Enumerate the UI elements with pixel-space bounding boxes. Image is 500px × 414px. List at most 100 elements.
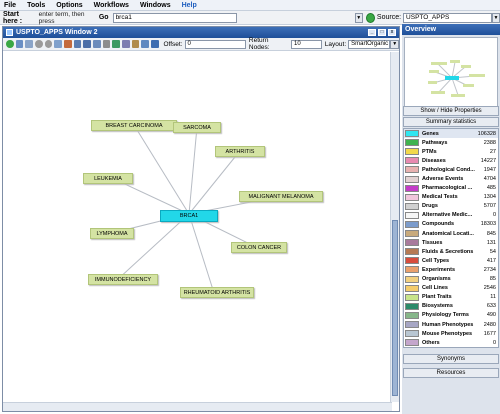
stat-count: 1947 <box>483 166 496 173</box>
stat-row[interactable]: Tissues 131 <box>404 238 498 247</box>
refresh-icon[interactable] <box>6 40 14 48</box>
stat-name: Mouse Phenotypes <box>422 330 473 337</box>
summary-statistics-list: Genes 106328 Pathways 2388 PTMs 27 Diseases 142… <box>403 128 499 348</box>
stat-row[interactable]: Plant Traits 11 <box>404 293 498 302</box>
zoom-out-icon[interactable] <box>44 40 53 48</box>
stat-row[interactable]: Organisms 85 <box>404 275 498 284</box>
menu-file[interactable]: File <box>4 2 16 9</box>
stat-name: Pathways <box>422 139 448 146</box>
overview-map[interactable] <box>404 37 498 115</box>
overview-titlebar: Overview <box>402 24 500 35</box>
menu-tools[interactable]: Tools <box>27 2 45 9</box>
category-color-swatch <box>405 211 419 219</box>
notes-icon[interactable] <box>131 40 140 48</box>
graph-window: USPTO_APPS Window 2 _ □ x Offset: 0 Retu… <box>2 26 400 412</box>
synonyms-button[interactable]: Synonyms <box>403 354 499 364</box>
graph-node[interactable]: COLON CANCER <box>231 242 287 253</box>
filter-icon[interactable] <box>63 40 72 48</box>
graph-node[interactable]: MALIGNANT MELANOMA <box>239 191 323 202</box>
menu-windows[interactable]: Windows <box>140 2 171 9</box>
category-color-swatch <box>405 330 419 338</box>
close-icon[interactable]: x <box>388 29 396 36</box>
stat-row[interactable]: Diseases 14227 <box>404 156 498 165</box>
stat-row[interactable]: Mouse Phenotypes 1677 <box>404 329 498 338</box>
menu-help[interactable]: Help <box>182 2 197 9</box>
stat-row[interactable]: Fluids & Secretions 54 <box>404 247 498 256</box>
stat-row[interactable]: Experiments 2734 <box>404 265 498 274</box>
graph-node[interactable]: RHEUMATOID ARTHRITIS <box>180 287 254 298</box>
stat-row[interactable]: Medical Tests 1304 <box>404 193 498 202</box>
center-node[interactable]: BRCA1 <box>160 210 218 222</box>
stat-count: 85 <box>489 276 496 283</box>
stat-name: Cell Lines <box>422 285 448 292</box>
table-icon[interactable] <box>141 40 149 48</box>
graph-node[interactable]: LEUKEMIA <box>83 173 133 184</box>
stat-row[interactable]: PTMs 27 <box>404 147 498 156</box>
zoom-in-icon[interactable] <box>34 40 43 48</box>
source-dropdown-button[interactable]: ▼ <box>491 12 500 23</box>
group-icon[interactable] <box>92 40 101 48</box>
stat-name: Genes <box>422 130 439 137</box>
stat-name: Anatomical Locati... <box>422 230 474 237</box>
stat-row[interactable]: Human Phenotypes 2480 <box>404 320 498 329</box>
stat-count: 54 <box>489 248 496 255</box>
minimize-icon[interactable]: _ <box>368 29 376 36</box>
fit-icon[interactable] <box>54 40 62 48</box>
stat-row[interactable]: Others 0 <box>404 338 498 347</box>
stat-row[interactable]: Alternative Medic... 0 <box>404 211 498 220</box>
stat-row[interactable]: Pharmacological ... 485 <box>404 184 498 193</box>
stat-row[interactable]: Cell Lines 2546 <box>404 284 498 293</box>
stat-row[interactable]: Compounds 18303 <box>404 220 498 229</box>
resources-button[interactable]: Resources <box>403 368 499 378</box>
layout-select[interactable]: SmartOrganic <box>348 39 391 49</box>
menu-options[interactable]: Options <box>56 2 82 9</box>
stat-row[interactable]: Pathways 2388 <box>404 138 498 147</box>
return-nodes-input[interactable]: 10 <box>291 39 322 49</box>
offset-input[interactable]: 0 <box>184 39 246 49</box>
stat-count: 2480 <box>483 321 496 328</box>
search-input[interactable]: brca1 <box>112 12 237 23</box>
graph-toolbar: Offset: 0 Return Nodes: 10 Layout: Smart… <box>3 37 400 51</box>
expand-icon[interactable] <box>15 40 24 48</box>
stat-name: Others <box>422 339 440 346</box>
stat-row[interactable]: Biosystems 633 <box>404 302 498 311</box>
stat-row[interactable]: Genes 106328 <box>404 129 498 139</box>
scrollbar-thumb[interactable] <box>392 220 398 396</box>
layout-icon[interactable] <box>73 40 82 48</box>
show-hide-properties-button[interactable]: Show / Hide Properties <box>403 106 499 116</box>
share-icon[interactable] <box>121 40 130 48</box>
settings-icon[interactable] <box>150 40 159 48</box>
search-bar: Start here : enter term, then press Go b… <box>0 11 500 25</box>
maximize-icon[interactable]: □ <box>378 29 386 36</box>
stat-row[interactable]: Adverse Events 4704 <box>404 174 498 183</box>
source-select[interactable]: USPTO_APPS <box>403 12 492 23</box>
collapse-icon[interactable] <box>25 40 33 48</box>
graph-window-titlebar[interactable]: USPTO_APPS Window 2 _ □ x <box>3 27 399 38</box>
stat-row[interactable]: Drugs 5707 <box>404 202 498 211</box>
stat-name: PTMs <box>422 148 437 155</box>
menu-workflows[interactable]: Workflows <box>94 2 129 9</box>
search-dropdown-button[interactable]: ▼ <box>354 12 363 23</box>
select-icon[interactable] <box>83 40 91 48</box>
stat-count: 106328 <box>477 130 496 137</box>
graph-node[interactable]: LYMPHOMA <box>90 228 134 239</box>
stat-count: 18303 <box>480 221 496 228</box>
graph-node[interactable]: IMMUNODEFICIENCY <box>88 274 158 285</box>
graph-canvas[interactable]: BRCA1 BREAST CARCINOMA SARCOMA ARTHRITIS… <box>3 52 391 402</box>
stat-row[interactable]: Pathological Cond... 1947 <box>404 165 498 174</box>
layout-dropdown-button[interactable]: ▼ <box>390 39 400 49</box>
print-icon[interactable] <box>102 40 111 48</box>
graph-vertical-scrollbar[interactable] <box>390 52 399 402</box>
graph-node[interactable]: ARTHRITIS <box>215 146 265 157</box>
export-icon[interactable] <box>112 40 120 48</box>
graph-node[interactable]: BREAST CARCINOMA <box>91 120 177 131</box>
graph-horizontal-scrollbar[interactable] <box>3 402 392 411</box>
stat-row[interactable]: Cell Types 417 <box>404 256 498 265</box>
go-button[interactable]: Go <box>99 14 109 21</box>
summary-statistics-header[interactable]: Summary statistics <box>403 117 499 127</box>
stat-row[interactable]: Physiology Terms 490 <box>404 311 498 320</box>
graph-node[interactable]: SARCOMA <box>173 122 221 133</box>
stat-row[interactable]: Anatomical Locati... 845 <box>404 229 498 238</box>
return-nodes-label: Return Nodes: <box>248 37 270 51</box>
stat-count: 0 <box>492 339 496 346</box>
